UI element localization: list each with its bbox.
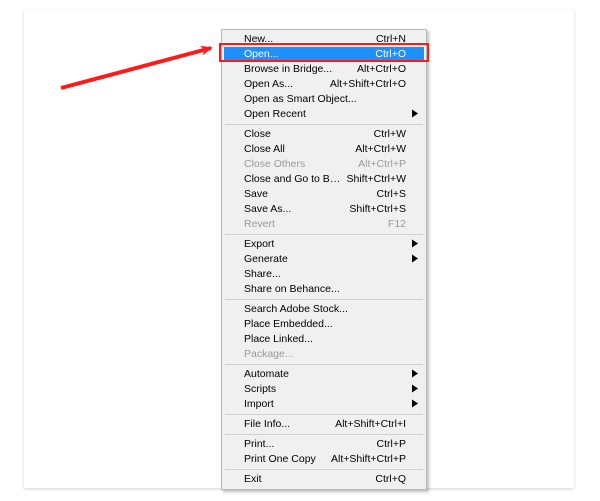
submenu-arrow-icon (412, 397, 418, 412)
menu-item-share-on-behance[interactable]: Share on Behance... (224, 282, 424, 297)
menu-item-label: Save (244, 187, 371, 202)
menu-item-close[interactable]: Close Ctrl+W (224, 127, 424, 142)
menu-item-label: Place Linked... (244, 332, 406, 347)
menu-item-package: Package... (224, 347, 424, 362)
menu-item-label: Print One Copy (244, 452, 325, 467)
menu-item-shortcut: Alt+Ctrl+P (358, 157, 406, 172)
menu-item-print[interactable]: Print... Ctrl+P (224, 437, 424, 452)
submenu-arrow-icon (412, 367, 418, 382)
menu-item-label: Generate (244, 252, 406, 267)
menu-item-label: Exit (244, 472, 369, 487)
menu-item-label: Browse in Bridge... (244, 62, 351, 77)
menu-separator (225, 469, 423, 470)
menu-item-automate[interactable]: Automate (224, 367, 424, 382)
menu-item-shortcut: F12 (388, 217, 406, 232)
menu-item-close-others: Close Others Alt+Ctrl+P (224, 157, 424, 172)
menu-item-new[interactable]: New... Ctrl+N (224, 32, 424, 47)
submenu-arrow-icon (412, 252, 418, 267)
menu-item-shortcut: Alt+Ctrl+W (355, 142, 406, 157)
menu-item-shortcut: Ctrl+P (377, 437, 406, 452)
file-menu[interactable]: New...Ctrl+NOpen...Ctrl+OBrowse in Bridg… (221, 29, 427, 490)
menu-item-shortcut: Alt+Ctrl+O (357, 62, 406, 77)
menu-item-revert: Revert F12 (224, 217, 424, 232)
menu-item-open-recent[interactable]: Open Recent (224, 107, 424, 122)
menu-item-label: Share on Behance... (244, 282, 406, 297)
menu-item-label: Revert (244, 217, 382, 232)
menu-item-open-as[interactable]: Open As... Alt+Shift+Ctrl+O (224, 77, 424, 92)
menu-item-shortcut: Alt+Shift+Ctrl+P (331, 452, 406, 467)
menu-item-shortcut: Ctrl+Q (375, 472, 406, 487)
menu-item-close-and-go-to-bridge[interactable]: Close and Go to Bridge... Shift+Ctrl+W (224, 172, 424, 187)
menu-item-label: Open... (244, 47, 369, 62)
menu-item-label: File Info... (244, 417, 329, 432)
menu-item-share[interactable]: Share... (224, 267, 424, 282)
menu-item-generate[interactable]: Generate (224, 252, 424, 267)
menu-separator (225, 299, 423, 300)
menu-item-label: Open As... (244, 77, 324, 92)
menu-item-label: Save As... (244, 202, 343, 217)
menu-item-label: Search Adobe Stock... (244, 302, 406, 317)
menu-item-label: Close Others (244, 157, 352, 172)
menu-item-exit[interactable]: Exit Ctrl+Q (224, 472, 424, 487)
menu-item-place-embedded[interactable]: Place Embedded... (224, 317, 424, 332)
menu-item-label: Open Recent (244, 107, 406, 122)
menu-item-label: Scripts (244, 382, 406, 397)
submenu-arrow-icon (412, 237, 418, 252)
menu-item-export[interactable]: Export (224, 237, 424, 252)
menu-item-save[interactable]: Save Ctrl+S (224, 187, 424, 202)
menu-item-shortcut: Shift+Ctrl+W (346, 172, 406, 187)
menu-item-place-linked[interactable]: Place Linked... (224, 332, 424, 347)
menu-item-label: Export (244, 237, 406, 252)
menu-item-open-as-smart-object[interactable]: Open as Smart Object... (224, 92, 424, 107)
menu-separator (225, 414, 423, 415)
menu-item-shortcut: Shift+Ctrl+S (349, 202, 406, 217)
menu-item-label: Package... (244, 347, 406, 362)
menu-item-open[interactable]: Open... Ctrl+O (224, 47, 424, 62)
menu-item-shortcut: Alt+Shift+Ctrl+O (330, 77, 406, 92)
menu-item-scripts[interactable]: Scripts (224, 382, 424, 397)
menu-item-label: New... (244, 32, 370, 47)
menu-item-label: Close and Go to Bridge... (244, 172, 340, 187)
annotation-arrow-icon (56, 20, 236, 100)
menu-item-browse-in-bridge[interactable]: Browse in Bridge... Alt+Ctrl+O (224, 62, 424, 77)
menu-item-label: Import (244, 397, 406, 412)
menu-item-shortcut: Ctrl+N (376, 32, 406, 47)
menu-item-save-as[interactable]: Save As... Shift+Ctrl+S (224, 202, 424, 217)
menu-item-import[interactable]: Import (224, 397, 424, 412)
menu-separator (225, 364, 423, 365)
menu-item-label: Open as Smart Object... (244, 92, 406, 107)
menu-item-shortcut: Ctrl+O (375, 47, 406, 62)
menu-item-label: Print... (244, 437, 371, 452)
menu-item-print-one-copy[interactable]: Print One Copy Alt+Shift+Ctrl+P (224, 452, 424, 467)
menu-item-label: Automate (244, 367, 406, 382)
submenu-arrow-icon (412, 107, 418, 122)
menu-item-shortcut: Ctrl+S (377, 187, 406, 202)
menu-separator (225, 124, 423, 125)
menu-item-label: Close All (244, 142, 349, 157)
menu-separator (225, 234, 423, 235)
menu-item-label: Place Embedded... (244, 317, 406, 332)
menu-item-close-all[interactable]: Close All Alt+Ctrl+W (224, 142, 424, 157)
menu-item-search-adobe-stock[interactable]: Search Adobe Stock... (224, 302, 424, 317)
app-card: New...Ctrl+NOpen...Ctrl+OBrowse in Bridg… (24, 10, 574, 488)
menu-item-file-info[interactable]: File Info... Alt+Shift+Ctrl+I (224, 417, 424, 432)
menu-item-shortcut: Ctrl+W (374, 127, 406, 142)
menu-separator (225, 434, 423, 435)
menu-item-label: Close (244, 127, 368, 142)
menu-item-label: Share... (244, 267, 406, 282)
menu-item-shortcut: Alt+Shift+Ctrl+I (335, 417, 406, 432)
submenu-arrow-icon (412, 382, 418, 397)
